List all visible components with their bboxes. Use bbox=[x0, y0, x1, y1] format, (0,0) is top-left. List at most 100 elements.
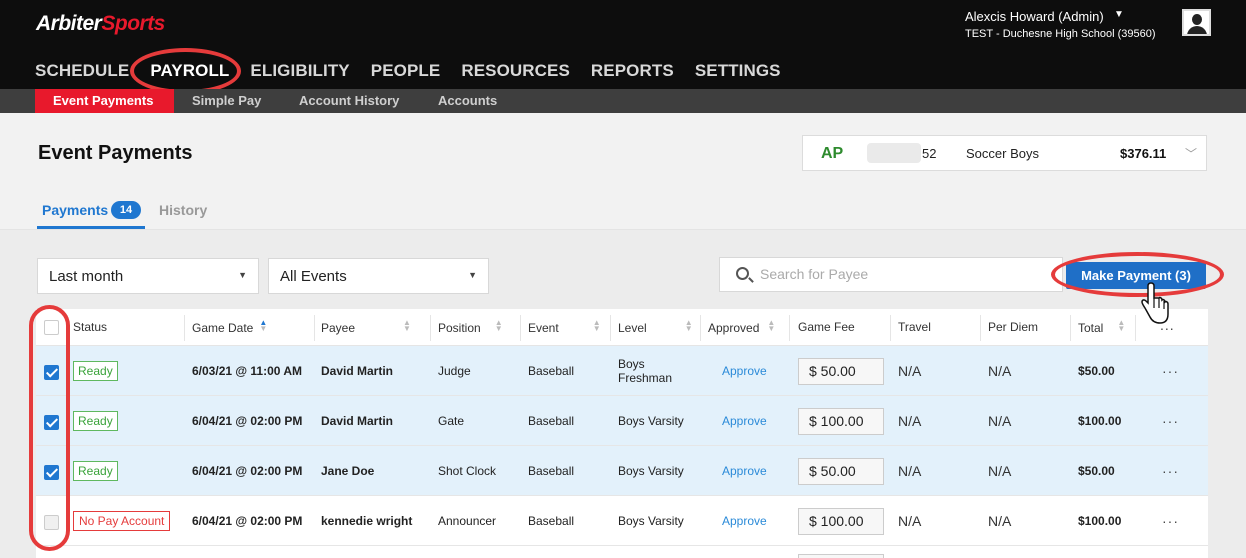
header-position[interactable]: Position ▲ ▼ bbox=[438, 319, 503, 336]
subnav-simple-pay[interactable]: Simple Pay bbox=[192, 89, 261, 113]
level: Boys Freshman bbox=[618, 357, 673, 385]
account-balance: $376.11 bbox=[1120, 146, 1167, 161]
account-number: 52 bbox=[922, 146, 937, 161]
search-icon bbox=[736, 267, 749, 280]
per-diem: N/A bbox=[988, 363, 1012, 379]
make-payment-highlight-annotation bbox=[1051, 252, 1224, 297]
game-fee-input[interactable]: $ 100.00 bbox=[798, 407, 884, 435]
table-header: Status Game Date ▲ ▼ Payee ▲ ▼ Position ▲ ▼ Ev… bbox=[36, 309, 1208, 346]
events-select[interactable]: All Events ▼ bbox=[268, 258, 489, 294]
total: $100.00 bbox=[1078, 414, 1122, 428]
account-selector[interactable]: AP 52 Soccer Boys $376.11 ﹀ bbox=[802, 135, 1207, 171]
approve-link[interactable]: Approve bbox=[722, 364, 767, 378]
header-per-diem[interactable]: Per Diem bbox=[988, 320, 1038, 334]
level: Boys Varsity bbox=[618, 464, 684, 478]
subnav-accounts[interactable]: Accounts bbox=[438, 89, 497, 113]
subnav-event-payments[interactable]: Event Payments bbox=[35, 89, 174, 113]
total: $50.00 bbox=[1078, 364, 1115, 378]
event: Baseball bbox=[528, 464, 575, 478]
header-game-fee[interactable]: Game Fee bbox=[798, 320, 855, 334]
table-row[interactable]: Ready 6/04/21 @ 02:00 PM Jane Doe Shot C… bbox=[36, 446, 1208, 496]
approve-link[interactable]: Approve bbox=[722, 514, 767, 528]
nav-schedule[interactable]: SCHEDULE bbox=[35, 61, 129, 81]
table-row[interactable]: Ready 6/04/21 @ 02:00 PM David Martin Ga… bbox=[36, 396, 1208, 446]
game-fee-input[interactable]: $ 50.00 bbox=[798, 457, 884, 485]
user-menu-caret-icon[interactable]: ▼ bbox=[1114, 9, 1124, 20]
date-range-select[interactable]: Last month ▼ bbox=[37, 258, 259, 294]
header-event[interactable]: Event ▲ ▼ bbox=[528, 319, 601, 336]
payments-count-badge: 14 bbox=[111, 201, 141, 219]
subnav-account-history[interactable]: Account History bbox=[299, 89, 399, 113]
nav-resources[interactable]: RESOURCES bbox=[461, 61, 570, 81]
per-diem: N/A bbox=[988, 513, 1012, 529]
game-date: 6/04/21 @ 02:00 PM bbox=[192, 514, 303, 528]
nav-reports[interactable]: REPORTS bbox=[591, 61, 674, 81]
status-badge: Ready bbox=[73, 361, 118, 381]
game-date: 6/04/21 @ 02:00 PM bbox=[192, 414, 303, 428]
caret-down-icon: ▼ bbox=[238, 270, 247, 280]
travel: N/A bbox=[898, 513, 922, 529]
header-status[interactable]: Status bbox=[73, 320, 107, 334]
user-name[interactable]: Alexcis Howard (Admin) bbox=[965, 9, 1104, 24]
top-header: ArbiterSports Alexcis Howard (Admin) ▼ T… bbox=[0, 0, 1246, 94]
total: $100.00 bbox=[1078, 514, 1122, 528]
redacted-account-number bbox=[867, 143, 921, 163]
game-date: 6/04/21 @ 02:00 PM bbox=[192, 464, 303, 478]
more-options-icon[interactable]: ··· bbox=[1162, 346, 1179, 396]
position: Judge bbox=[438, 364, 471, 378]
arbitersports-logo[interactable]: ArbiterSports bbox=[36, 12, 165, 36]
caret-down-icon: ▼ bbox=[468, 270, 477, 280]
payments-table: Status Game Date ▲ ▼ Payee ▲ ▼ Position ▲ ▼ Ev… bbox=[36, 309, 1208, 558]
game-date: 6/03/21 @ 11:00 AM bbox=[192, 364, 302, 378]
sort-icon: ▲ ▼ bbox=[403, 318, 411, 333]
more-options-icon[interactable]: ··· bbox=[1162, 396, 1179, 446]
travel: N/A bbox=[898, 463, 922, 479]
header-travel[interactable]: Travel bbox=[898, 320, 931, 334]
payee-name: kennedie wright bbox=[321, 514, 413, 528]
game-fee-input[interactable]: $ 50.00 bbox=[798, 357, 884, 385]
table-row[interactable]: Ready 6/03/21 @ 11:00 AM David Martin Ju… bbox=[36, 346, 1208, 396]
sub-nav: Event Payments Simple Pay Account Histor… bbox=[0, 89, 1246, 113]
level: Boys Varsity bbox=[618, 414, 684, 428]
date-range-value: Last month bbox=[49, 268, 124, 285]
header-level[interactable]: Level ▲ ▼ bbox=[618, 319, 693, 336]
checkbox-column-highlight-annotation bbox=[29, 305, 70, 551]
position: Announcer bbox=[438, 514, 497, 528]
more-options-icon[interactable]: ··· bbox=[1162, 446, 1179, 496]
header-approved[interactable]: Approved ▲ ▼ bbox=[708, 319, 775, 336]
events-value: All Events bbox=[280, 268, 347, 285]
page-title: Event Payments bbox=[38, 142, 193, 164]
nav-eligibility[interactable]: ELIGIBILITY bbox=[250, 61, 349, 81]
header-game-date[interactable]: Game Date ▲ ▼ bbox=[192, 318, 268, 336]
more-options-icon[interactable]: ··· bbox=[1162, 496, 1179, 546]
payroll-highlight-annotation bbox=[130, 48, 241, 94]
nav-people[interactable]: PEOPLE bbox=[371, 61, 441, 81]
status-badge: Ready bbox=[73, 461, 118, 481]
tab-history[interactable]: History bbox=[159, 202, 207, 218]
per-diem: N/A bbox=[988, 413, 1012, 429]
table-row[interactable]: No Pay Account 6/04/21 @ 02:00 PM kenned… bbox=[36, 496, 1208, 546]
status-badge: No Pay Account bbox=[73, 511, 171, 531]
hand-cursor-icon bbox=[1141, 282, 1169, 324]
approve-link[interactable]: Approve bbox=[722, 414, 767, 428]
position: Shot Clock bbox=[438, 464, 497, 478]
payee-search bbox=[719, 257, 1063, 292]
avatar[interactable] bbox=[1182, 9, 1211, 36]
sort-asc-icon: ▲ ▼ bbox=[259, 318, 268, 333]
search-input[interactable] bbox=[760, 266, 1050, 282]
table-row bbox=[36, 546, 1208, 558]
header-total[interactable]: Total ▲ ▼ bbox=[1078, 319, 1125, 336]
logo-text-sports: Sports bbox=[101, 12, 165, 35]
header-payee[interactable]: Payee ▲ ▼ bbox=[321, 318, 411, 336]
approve-link[interactable]: Approve bbox=[722, 464, 767, 478]
nav-settings[interactable]: SETTINGS bbox=[695, 61, 781, 81]
travel: N/A bbox=[898, 413, 922, 429]
game-fee-input[interactable]: $ 100.00 bbox=[798, 507, 884, 535]
level: Boys Varsity bbox=[618, 514, 684, 528]
event: Baseball bbox=[528, 364, 575, 378]
event: Baseball bbox=[528, 414, 575, 428]
chevron-down-icon[interactable]: ﹀ bbox=[1185, 145, 1197, 162]
tab-payments[interactable]: Payments bbox=[42, 202, 108, 218]
status-badge: Ready bbox=[73, 411, 118, 431]
account-type-label: AP bbox=[821, 145, 844, 162]
